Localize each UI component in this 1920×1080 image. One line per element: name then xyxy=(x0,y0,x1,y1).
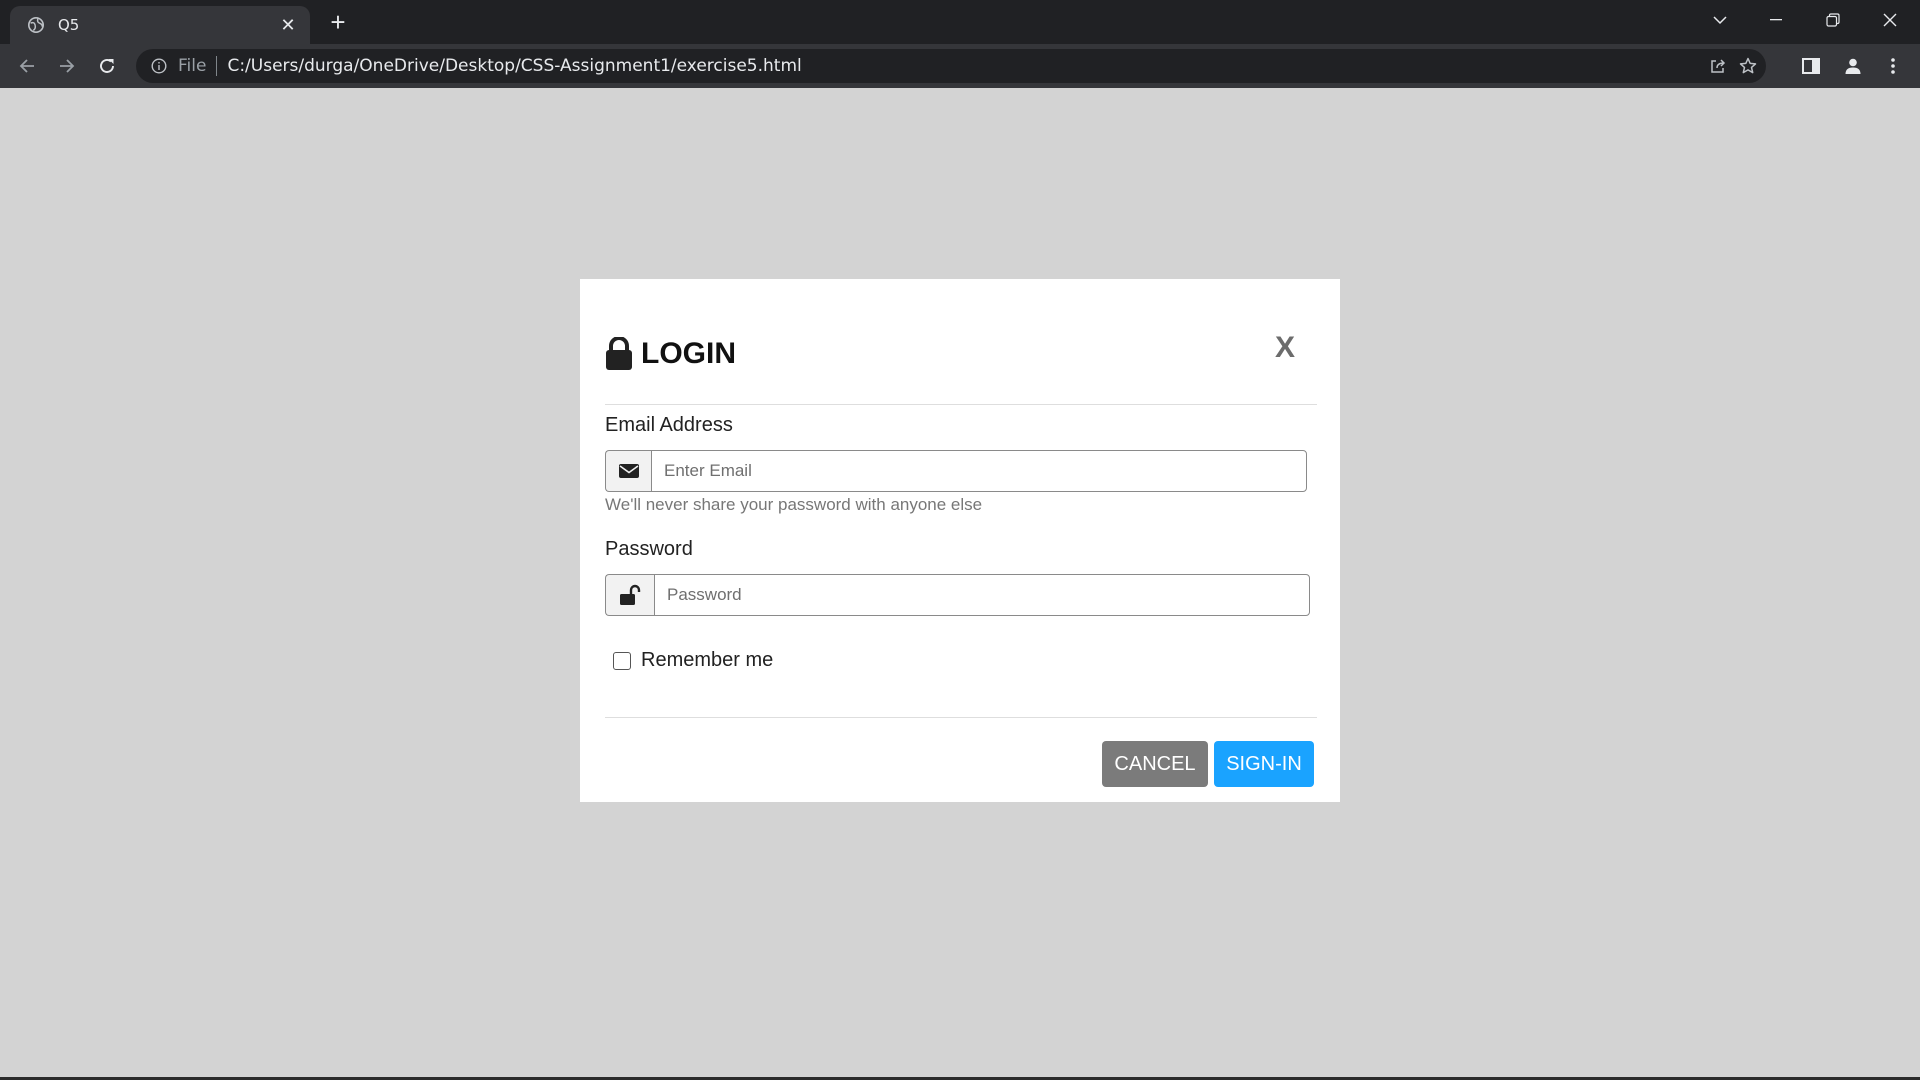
close-button[interactable]: X xyxy=(1275,331,1295,365)
browser-tab-bar: Q5 ✕ + xyxy=(0,0,1920,44)
address-scheme: File xyxy=(178,56,207,76)
sign-in-button[interactable]: SIGN-IN xyxy=(1214,741,1314,787)
profile-icon[interactable] xyxy=(1839,52,1867,80)
restore-icon[interactable] xyxy=(1805,0,1861,40)
reload-icon[interactable] xyxy=(93,52,121,80)
remember-me-checkbox[interactable] xyxy=(613,651,631,670)
email-input-group xyxy=(605,450,1307,492)
tab-search-icon[interactable] xyxy=(1692,0,1748,40)
menu-icon[interactable] xyxy=(1879,52,1907,80)
cancel-button[interactable]: CANCEL xyxy=(1102,741,1208,787)
remember-me-label[interactable]: Remember me xyxy=(641,649,773,672)
email-help-text: We'll never share your password with any… xyxy=(605,495,983,514)
email-input[interactable] xyxy=(651,450,1307,492)
minimize-icon[interactable] xyxy=(1748,0,1804,40)
share-icon[interactable] xyxy=(1704,49,1732,83)
password-input[interactable] xyxy=(654,574,1310,616)
tab-title: Q5 xyxy=(58,16,80,34)
modal-header: LOGIN X xyxy=(605,329,1315,379)
star-icon[interactable] xyxy=(1734,49,1762,83)
envelope-icon xyxy=(605,450,651,492)
info-icon[interactable] xyxy=(150,57,168,75)
close-window-icon[interactable] xyxy=(1862,0,1918,40)
password-input-group xyxy=(605,574,1310,616)
globe-icon xyxy=(26,15,46,35)
side-panel-icon[interactable] xyxy=(1797,52,1825,80)
login-modal: LOGIN X Email Address We'll never share … xyxy=(580,279,1340,802)
remember-me-row: Remember me xyxy=(613,649,773,672)
modal-title: LOGIN xyxy=(641,337,736,370)
address-bar[interactable]: File C:/Users/durga/OneDrive/Desktop/CSS… xyxy=(136,49,1766,83)
address-separator xyxy=(216,56,218,76)
header-divider xyxy=(605,404,1317,405)
unlock-icon xyxy=(605,574,654,616)
new-tab-button[interactable]: + xyxy=(326,9,350,35)
lock-icon xyxy=(605,336,633,371)
back-icon[interactable] xyxy=(13,52,41,80)
footer-divider xyxy=(605,717,1317,718)
forward-icon[interactable] xyxy=(53,52,81,80)
email-label: Email Address xyxy=(605,414,733,436)
browser-tab[interactable]: Q5 ✕ xyxy=(10,6,310,44)
tab-close-icon[interactable]: ✕ xyxy=(278,15,298,35)
browser-toolbar: File C:/Users/durga/OneDrive/Desktop/CSS… xyxy=(0,44,1920,88)
address-url[interactable]: C:/Users/durga/OneDrive/Desktop/CSS-Assi… xyxy=(227,56,801,76)
password-label: Password xyxy=(605,538,693,560)
